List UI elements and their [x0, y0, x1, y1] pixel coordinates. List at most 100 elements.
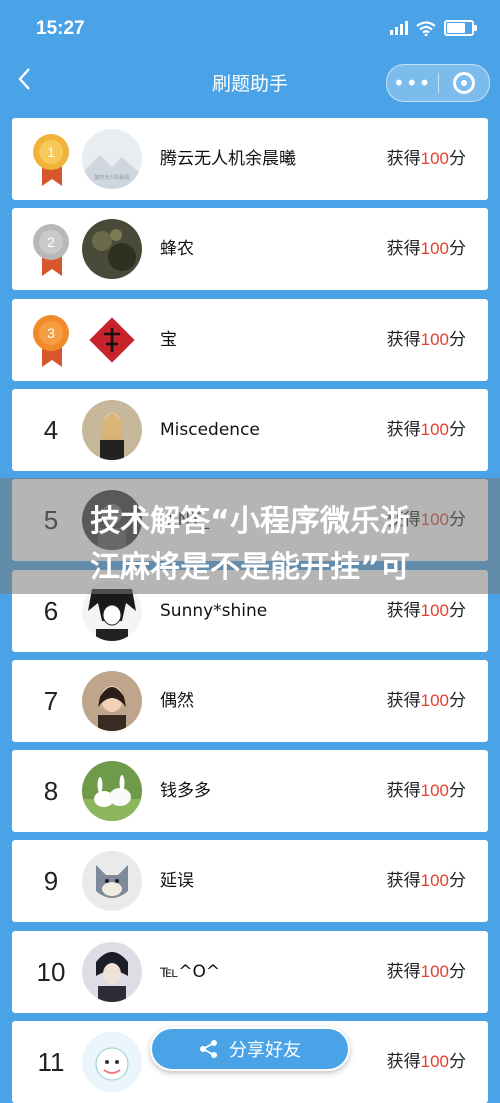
score-text: 获得100分 [387, 660, 466, 742]
ranking-row: 10 ℡^O^ 获得100分 [12, 931, 488, 1013]
banner-line-2: 江麻将是不是能开挂”可 [90, 550, 410, 585]
score-points: 100 [420, 420, 449, 439]
score-suffix: 分 [449, 691, 466, 711]
rank-number: 4 [43, 414, 59, 445]
score-points: 100 [420, 871, 449, 890]
score-prefix: 获得 [386, 601, 421, 621]
score-suffix: 分 [449, 239, 466, 259]
rank-cell: 11 [28, 1021, 74, 1103]
avatar [82, 671, 142, 731]
score-suffix: 分 [449, 601, 466, 621]
avatar [82, 310, 142, 370]
status-icons [390, 20, 477, 36]
rank-cell: 9 [28, 840, 74, 922]
score-suffix: 分 [449, 149, 466, 169]
ranking-row: 1 猫叼无人机最看 腾云无人机余晨曦 获得100分 [12, 118, 488, 200]
ranking-row: 7 偶然 获得100分 [12, 660, 488, 742]
ranking-row: 2 蜂农 获得100分 [12, 208, 488, 290]
score-points: 100 [420, 149, 449, 168]
user-name: 蜂农 [160, 239, 194, 259]
wifi-icon [416, 20, 436, 36]
score-suffix: 分 [449, 1052, 466, 1072]
avatar [82, 400, 142, 460]
score-suffix: 分 [449, 781, 466, 801]
close-button[interactable] [439, 72, 490, 94]
score-prefix: 获得 [386, 871, 421, 891]
score-suffix: 分 [449, 871, 466, 891]
score-text: 获得100分 [387, 840, 466, 922]
score-points: 100 [420, 781, 449, 800]
rank-number: 2 [47, 234, 55, 250]
overlay-banner: 技术解答“小程序微乐浙 江麻将是不是能开挂”可 [0, 478, 500, 594]
score-points: 100 [420, 691, 449, 710]
rank-cell: 10 [28, 931, 74, 1013]
battery-icon [444, 20, 477, 36]
share-button[interactable]: 分享好友 [150, 1027, 350, 1071]
medal-silver-icon: 2 [28, 208, 74, 290]
score-points: 100 [420, 1052, 449, 1071]
rank-cell: 7 [28, 660, 74, 742]
avatar [82, 761, 142, 821]
close-icon [452, 72, 475, 94]
share-label: 分享好友 [229, 1040, 301, 1061]
banner-line-1: 技术解答“小程序微乐浙 [90, 504, 410, 539]
rank-number: 6 [43, 595, 59, 626]
ranking-row: 3 宝 获得100分 [12, 299, 488, 381]
ranking-row: 4 Miscedence 获得100分 [12, 389, 488, 471]
score-text: 获得100分 [387, 299, 466, 381]
user-name: ℡^O^ [160, 962, 221, 982]
user-name: Miscedence [160, 420, 260, 440]
avatar: 猫叼无人机最看 [82, 129, 142, 189]
avatar [82, 219, 142, 279]
score-suffix: 分 [449, 962, 466, 982]
rank-number: 8 [43, 775, 59, 806]
svg-text:猫叼无人机最看: 猫叼无人机最看 [94, 174, 129, 181]
score-prefix: 获得 [386, 239, 421, 259]
more-button[interactable]: ••• [387, 65, 438, 101]
user-name: 腾云无人机余晨曦 [160, 149, 296, 169]
score-text: 获得100分 [387, 750, 466, 832]
ranking-row: 8 钱多多 获得100分 [12, 750, 488, 832]
score-prefix: 获得 [386, 149, 421, 169]
score-text: 获得100分 [387, 118, 466, 200]
ranking-row: 9 延误 获得100分 [12, 840, 488, 922]
score-text: 获得100分 [387, 1021, 466, 1103]
score-prefix: 获得 [386, 330, 421, 350]
score-points: 100 [420, 330, 449, 349]
rank-cell: 8 [28, 750, 74, 832]
status-bar: 15:27 [0, 0, 500, 58]
user-name: 宝 [160, 330, 177, 350]
medal-gold-icon: 1 [28, 118, 74, 200]
user-name: 延误 [160, 871, 194, 891]
score-points: 100 [420, 962, 449, 981]
score-prefix: 获得 [386, 1052, 421, 1072]
nav-bar: 刷题助手 ••• [0, 58, 500, 106]
rank-number: 7 [43, 685, 59, 716]
score-points: 100 [420, 239, 449, 258]
score-prefix: 获得 [386, 691, 421, 711]
score-text: 获得100分 [387, 389, 466, 471]
rank-number: 11 [37, 1046, 65, 1077]
score-text: 获得100分 [387, 208, 466, 290]
score-suffix: 分 [449, 420, 466, 440]
user-name: 钱多多 [160, 781, 211, 801]
score-prefix: 获得 [386, 962, 421, 982]
signal-icon [390, 21, 408, 35]
score-prefix: 获得 [386, 420, 421, 440]
medal-bronze-icon: 3 [28, 299, 74, 381]
avatar [82, 942, 142, 1002]
score-suffix: 分 [449, 330, 466, 350]
share-icon [200, 1040, 217, 1058]
rank-cell: 4 [28, 389, 74, 471]
miniprogram-capsule: ••• [386, 64, 490, 102]
rank-number: 3 [47, 325, 55, 341]
rank-number: 1 [47, 144, 55, 160]
avatar [82, 1032, 142, 1092]
score-points: 100 [420, 601, 449, 620]
rank-number: 10 [36, 956, 66, 987]
rank-number: 9 [43, 865, 59, 896]
status-time: 15:27 [36, 18, 85, 39]
score-prefix: 获得 [386, 781, 421, 801]
user-name: 偶然 [160, 691, 194, 711]
avatar [82, 851, 142, 911]
